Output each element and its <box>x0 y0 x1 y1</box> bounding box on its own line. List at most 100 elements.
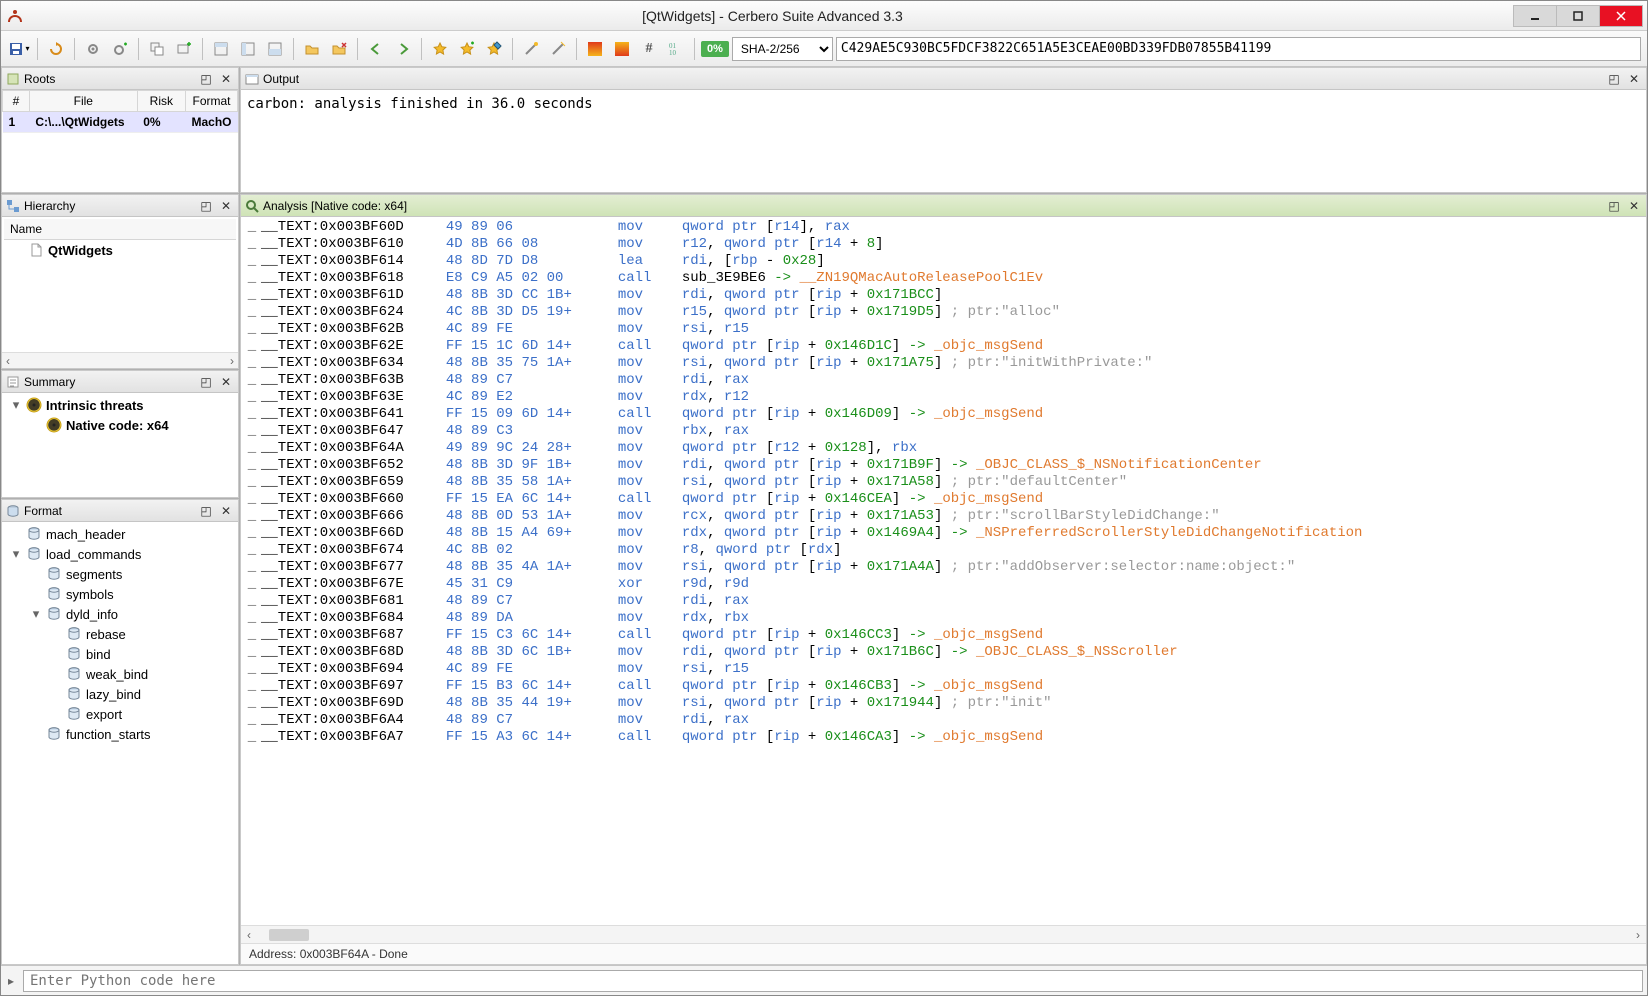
maximize-button[interactable] <box>1556 5 1600 27</box>
breakpoint-gutter[interactable]: _ <box>243 372 261 389</box>
disasm-line[interactable]: ___TEXT:0x003BF61D 48 8B 3D CC 1B+ mov r… <box>243 287 1646 304</box>
h-scrollbar[interactable]: ‹› <box>2 352 238 368</box>
breakpoint-gutter[interactable]: _ <box>243 593 261 610</box>
panel-close-icon[interactable]: ✕ <box>1626 198 1642 214</box>
breakpoint-gutter[interactable]: _ <box>243 576 261 593</box>
hash-algo-select[interactable]: SHA-2/256 <box>732 37 833 61</box>
disasm-line[interactable]: ___TEXT:0x003BF674 4C 8B 02 mov r8, qwor… <box>243 542 1646 559</box>
bookmark-edit-button[interactable] <box>482 37 506 61</box>
panel-dock-icon[interactable]: ◰ <box>198 71 214 87</box>
gear-button[interactable] <box>81 37 105 61</box>
bars2-button[interactable] <box>610 37 634 61</box>
breakpoint-gutter[interactable]: _ <box>243 542 261 559</box>
format-item[interactable]: symbols <box>4 584 236 604</box>
disasm-line[interactable]: ___TEXT:0x003BF694 4C 89 FE mov rsi, r15 <box>243 661 1646 678</box>
breakpoint-gutter[interactable]: _ <box>243 406 261 423</box>
breakpoint-gutter[interactable]: _ <box>243 219 261 236</box>
panel-close-icon[interactable]: ✕ <box>218 198 234 214</box>
format-item[interactable]: lazy_bind <box>4 684 236 704</box>
breakpoint-gutter[interactable]: _ <box>243 644 261 661</box>
roots-table[interactable]: # File Risk Format 1 C:\...\QtWidgets 0%… <box>2 90 238 133</box>
disasm-line[interactable]: ___TEXT:0x003BF687 FF 15 C3 6C 14+ call … <box>243 627 1646 644</box>
disasm-line[interactable]: ___TEXT:0x003BF63E 4C 89 E2 mov rdx, r12 <box>243 389 1646 406</box>
hierarchy-item[interactable]: QtWidgets <box>4 240 236 260</box>
bookmark-add-button[interactable] <box>455 37 479 61</box>
breakpoint-gutter[interactable]: _ <box>243 355 261 372</box>
hash-button[interactable]: # <box>637 37 661 61</box>
disasm-line[interactable]: ___TEXT:0x003BF67E 45 31 C9 xor r9d, r9d <box>243 576 1646 593</box>
disasm-line[interactable]: ___TEXT:0x003BF647 48 89 C3 mov rbx, rax <box>243 423 1646 440</box>
folder-button[interactable] <box>300 37 324 61</box>
binary-button[interactable]: 0110 <box>664 37 688 61</box>
hash-value-field[interactable] <box>836 37 1641 61</box>
breakpoint-gutter[interactable]: _ <box>243 491 261 508</box>
breakpoint-gutter[interactable]: _ <box>243 304 261 321</box>
panel-dock-icon[interactable]: ◰ <box>198 503 214 519</box>
breakpoint-gutter[interactable]: _ <box>243 627 261 644</box>
disasm-line[interactable]: ___TEXT:0x003BF652 48 8B 3D 9F 1B+ mov r… <box>243 457 1646 474</box>
disasm-line[interactable]: ___TEXT:0x003BF6A7 FF 15 A3 6C 14+ call … <box>243 729 1646 746</box>
disasm-line[interactable]: ___TEXT:0x003BF624 4C 8B 3D D5 19+ mov r… <box>243 304 1646 321</box>
windows-button[interactable] <box>145 37 169 61</box>
breakpoint-gutter[interactable]: _ <box>243 338 261 355</box>
layout1-button[interactable] <box>209 37 233 61</box>
breakpoint-gutter[interactable]: _ <box>243 423 261 440</box>
disasm-line[interactable]: ___TEXT:0x003BF614 48 8D 7D D8 lea rdi, … <box>243 253 1646 270</box>
breakpoint-gutter[interactable]: _ <box>243 236 261 253</box>
format-item[interactable]: bind <box>4 644 236 664</box>
disasm-line[interactable]: ___TEXT:0x003BF660 FF 15 EA 6C 14+ call … <box>243 491 1646 508</box>
format-item[interactable]: mach_header <box>4 524 236 544</box>
format-item[interactable]: ▾dyld_info <box>4 604 236 624</box>
wand2-button[interactable] <box>546 37 570 61</box>
summary-item[interactable]: Native code: x64 <box>4 415 236 435</box>
disasm-line[interactable]: ___TEXT:0x003BF63B 48 89 C7 mov rdi, rax <box>243 372 1646 389</box>
panel-close-icon[interactable]: ✕ <box>218 374 234 390</box>
disasm-line[interactable]: ___TEXT:0x003BF697 FF 15 B3 6C 14+ call … <box>243 678 1646 695</box>
output-text[interactable]: carbon: analysis finished in 36.0 second… <box>241 90 1646 192</box>
breakpoint-gutter[interactable]: _ <box>243 253 261 270</box>
expand-icon[interactable]: ▸ <box>5 974 17 988</box>
twisty-icon[interactable]: ▾ <box>10 397 22 413</box>
layout3-button[interactable] <box>263 37 287 61</box>
format-item[interactable]: rebase <box>4 624 236 644</box>
python-input[interactable] <box>23 970 1643 992</box>
breakpoint-gutter[interactable]: _ <box>243 287 261 304</box>
twisty-icon[interactable]: ▾ <box>30 606 42 622</box>
disasm-line[interactable]: ___TEXT:0x003BF641 FF 15 09 6D 14+ call … <box>243 406 1646 423</box>
format-item[interactable]: segments <box>4 564 236 584</box>
table-row[interactable]: 1 C:\...\QtWidgets 0% MachO <box>3 112 238 133</box>
format-item[interactable]: export <box>4 704 236 724</box>
summary-item[interactable]: ▾Intrinsic threats <box>4 395 236 415</box>
disasm-line[interactable]: ___TEXT:0x003BF677 48 8B 35 4A 1A+ mov r… <box>243 559 1646 576</box>
panel-dock-icon[interactable]: ◰ <box>198 374 214 390</box>
disasm-line[interactable]: ___TEXT:0x003BF634 48 8B 35 75 1A+ mov r… <box>243 355 1646 372</box>
panel-dock-icon[interactable]: ◰ <box>1606 71 1622 87</box>
disasm-line[interactable]: ___TEXT:0x003BF62B 4C 89 FE mov rsi, r15 <box>243 321 1646 338</box>
disasm-line[interactable]: ___TEXT:0x003BF62E FF 15 1C 6D 14+ call … <box>243 338 1646 355</box>
disasm-line[interactable]: ___TEXT:0x003BF64A 49 89 9C 24 28+ mov q… <box>243 440 1646 457</box>
breakpoint-gutter[interactable]: _ <box>243 695 261 712</box>
panel-dock-icon[interactable]: ◰ <box>1606 198 1622 214</box>
bars1-button[interactable] <box>583 37 607 61</box>
disasm-line[interactable]: ___TEXT:0x003BF69D 48 8B 35 44 19+ mov r… <box>243 695 1646 712</box>
format-item[interactable]: weak_bind <box>4 664 236 684</box>
panel-close-icon[interactable]: ✕ <box>1626 71 1642 87</box>
disasm-line[interactable]: ___TEXT:0x003BF66D 48 8B 15 A4 69+ mov r… <box>243 525 1646 542</box>
gear-plus-button[interactable] <box>108 37 132 61</box>
disasm-line[interactable]: ___TEXT:0x003BF60D 49 89 06 mov qword pt… <box>243 219 1646 236</box>
refresh-button[interactable] <box>44 37 68 61</box>
breakpoint-gutter[interactable]: _ <box>243 559 261 576</box>
disasm-line[interactable]: ___TEXT:0x003BF618 E8 C9 A5 02 00 call s… <box>243 270 1646 287</box>
breakpoint-gutter[interactable]: _ <box>243 712 261 729</box>
save-dropdown[interactable]: ▾ <box>7 37 31 61</box>
panel-close-icon[interactable]: ✕ <box>218 503 234 519</box>
disasm-line[interactable]: ___TEXT:0x003BF684 48 89 DA mov rdx, rbx <box>243 610 1646 627</box>
breakpoint-gutter[interactable]: _ <box>243 508 261 525</box>
breakpoint-gutter[interactable]: _ <box>243 474 261 491</box>
disassembly-view[interactable]: ___TEXT:0x003BF60D 49 89 06 mov qword pt… <box>241 217 1646 925</box>
wand-button[interactable] <box>519 37 543 61</box>
panel-dock-icon[interactable]: ◰ <box>198 198 214 214</box>
disasm-line[interactable]: ___TEXT:0x003BF659 48 8B 35 58 1A+ mov r… <box>243 474 1646 491</box>
breakpoint-gutter[interactable]: _ <box>243 440 261 457</box>
disasm-line[interactable]: ___TEXT:0x003BF6A4 48 89 C7 mov rdi, rax <box>243 712 1646 729</box>
